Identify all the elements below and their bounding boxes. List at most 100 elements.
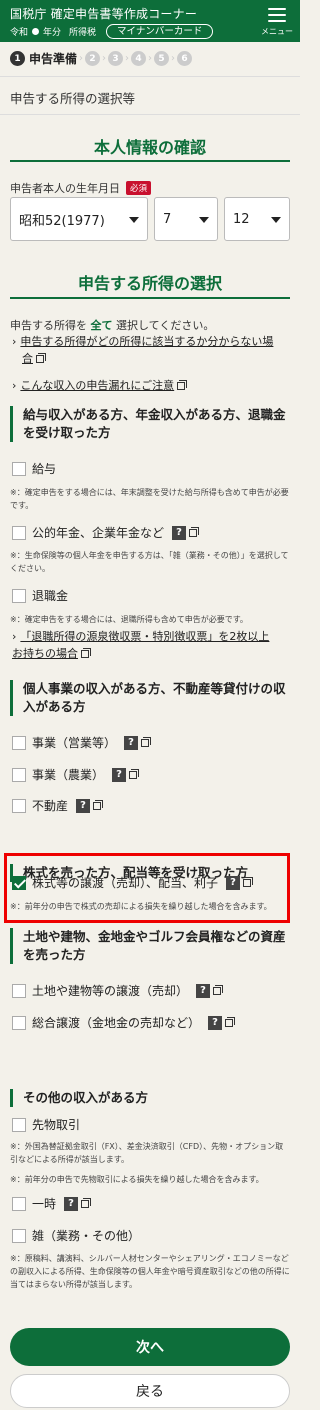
chevron-right-icon: › bbox=[12, 335, 17, 348]
checkbox[interactable] bbox=[12, 588, 26, 603]
year-label: 年分 bbox=[43, 28, 62, 38]
checkbox[interactable] bbox=[12, 461, 26, 476]
checkbox[interactable] bbox=[12, 525, 26, 540]
next-button[interactable]: 次へ bbox=[10, 1328, 290, 1366]
checkbox-item-real-estate[interactable]: 不動産 ? bbox=[12, 797, 104, 814]
menu-label: メニュー bbox=[261, 27, 293, 36]
note-retirement: ※：確定申告をする場合には、退職所得も含めて申告が必要です。 bbox=[10, 615, 248, 624]
chevron-down-icon bbox=[271, 217, 281, 223]
checkbox[interactable] bbox=[12, 735, 26, 750]
income-type-help-link[interactable]: › 申告する所得がどの所得に該当するか分からない場 合 bbox=[12, 333, 273, 367]
checkbox-item-land[interactable]: 土地や建物等の譲渡（売却） ? bbox=[12, 982, 224, 999]
checkbox[interactable] bbox=[12, 1117, 26, 1132]
group-title-business: 個人事業の収入がある方、不動産等貸付けの収入がある方 bbox=[10, 680, 290, 716]
year-placeholder-dot bbox=[32, 28, 40, 35]
step-arrow-icon: › bbox=[102, 53, 107, 64]
note-salary: ※：確定申告をする場合には、年末調整を受けた給与所得も含めて申告が必要です。 bbox=[10, 488, 289, 510]
heading-underline bbox=[10, 297, 290, 299]
heading-underline bbox=[10, 160, 290, 162]
external-window-icon bbox=[36, 353, 46, 363]
help-question-icon[interactable]: ? bbox=[196, 983, 211, 998]
help-question-icon[interactable]: ? bbox=[226, 875, 241, 890]
external-window-icon bbox=[189, 526, 200, 537]
external-window-icon bbox=[129, 768, 140, 779]
intro-emphasis: 全て bbox=[90, 319, 113, 332]
step-3-circle: 3 bbox=[108, 51, 124, 66]
help-question-icon[interactable]: ? bbox=[124, 735, 139, 750]
checkbox[interactable] bbox=[12, 1228, 26, 1243]
checkbox-item-temporary[interactable]: 一時 ? bbox=[12, 1195, 92, 1212]
checkbox-item-stocks-row[interactable]: 株式等の譲渡（売却）、配当、利子 ? bbox=[12, 874, 254, 891]
checkbox-item-pension[interactable]: 公的年金、企業年金など ? bbox=[12, 524, 200, 541]
birth-date-label-text: 申告者本人の生年月日 bbox=[10, 182, 120, 195]
mynumber-card-button[interactable]: マイナンバーカード bbox=[106, 24, 214, 39]
app-title: 国税庁 確定申告書等作成コーナー bbox=[10, 7, 198, 21]
back-button[interactable]: 戻る bbox=[10, 1374, 290, 1408]
page-subtitle: 申告する所得の選択等 bbox=[10, 91, 136, 106]
retirement-slip-link[interactable]: › 「退職所得の源泉徴収票・特別徴収票」を2枚以上 お持ちの場合 bbox=[12, 628, 269, 662]
birth-day-value: 12 bbox=[233, 211, 250, 227]
external-window-icon bbox=[141, 736, 152, 747]
divider bbox=[0, 76, 300, 77]
checkbox-item-misc[interactable]: 雑（業務・その他） bbox=[12, 1227, 140, 1244]
external-window-icon bbox=[177, 380, 188, 390]
birth-year-select[interactable]: 昭和52(1977) bbox=[10, 197, 148, 241]
help-question-icon[interactable]: ? bbox=[76, 798, 91, 813]
group-title-salary: 給与収入がある方、年金収入がある方、退職金を受け取った方 bbox=[10, 406, 290, 442]
help-question-icon[interactable]: ? bbox=[208, 1015, 223, 1030]
step-1-circle: 1 bbox=[10, 51, 25, 66]
checkbox[interactable] bbox=[12, 1196, 26, 1211]
checkbox-item-general-transfer[interactable]: 総合譲渡（金地金の売却など） ? bbox=[12, 1014, 236, 1031]
menu-button[interactable]: メニュー bbox=[260, 6, 294, 37]
step-arrow-icon: › bbox=[125, 53, 130, 64]
checkbox-item-futures[interactable]: 先物取引 bbox=[12, 1116, 80, 1133]
external-window-icon bbox=[81, 648, 91, 658]
checkbox[interactable] bbox=[12, 1015, 26, 1030]
unreported-income-link[interactable]: › こんな収入の申告漏れにご注意 bbox=[12, 377, 188, 394]
checkbox-item-business[interactable]: 事業（営業等） ? bbox=[12, 734, 152, 751]
note-misc: ※：原稿料、講演料、シルバー人材センターやシェアリング・エコノミーなどの副収入に… bbox=[10, 1254, 290, 1289]
checkbox[interactable] bbox=[12, 798, 26, 813]
divider bbox=[0, 114, 300, 115]
step-4-circle: 4 bbox=[131, 51, 147, 66]
checkbox[interactable] bbox=[12, 767, 26, 782]
step-indicator: 1 申告準備 › 2 › 3 › 4 › 5 › 6 bbox=[10, 50, 193, 67]
checkbox-checked[interactable] bbox=[12, 875, 26, 890]
header-bar: 国税庁 確定申告書等作成コーナー 令和 年分 所得税 マイナンバーカード メニュ… bbox=[0, 0, 300, 42]
birth-date-label: 申告者本人の生年月日 必須 bbox=[10, 180, 152, 196]
birth-month-select[interactable]: 7 bbox=[154, 197, 218, 241]
birth-month-value: 7 bbox=[163, 211, 172, 227]
help-question-icon[interactable]: ? bbox=[172, 525, 187, 540]
personal-info-heading: 本人情報の確認 bbox=[93, 138, 206, 157]
external-window-icon bbox=[225, 1016, 236, 1027]
header-subinfo: 令和 年分 所得税 マイナンバーカード bbox=[10, 24, 214, 39]
checkbox[interactable] bbox=[12, 983, 26, 998]
hamburger-icon bbox=[268, 8, 286, 22]
income-intro-text: 申告する所得を 全て 選択してください。 bbox=[10, 319, 215, 332]
birth-day-select[interactable]: 12 bbox=[224, 197, 290, 241]
external-window-icon bbox=[213, 984, 224, 995]
help-question-icon[interactable]: ? bbox=[64, 1196, 79, 1211]
group-title-land: 土地や建物、金地金やゴルフ会員権などの資産を売った方 bbox=[10, 928, 290, 964]
note-stocks: ※：前年分の申告で株式の売却による損失を繰り越した場合を含みます。 bbox=[10, 902, 272, 911]
chevron-down-icon bbox=[199, 217, 209, 223]
note-futures-1: ※：外国為替証拠金取引（FX）、差金決済取引（CFD）、先物・オプション取引など… bbox=[10, 1142, 284, 1164]
tax-type-label: 所得税 bbox=[69, 28, 97, 38]
step-6-circle: 6 bbox=[177, 51, 193, 66]
era-label: 令和 bbox=[10, 28, 29, 38]
chevron-right-icon: › bbox=[12, 379, 17, 392]
step-arrow-icon: › bbox=[148, 53, 153, 64]
step-arrow-icon: › bbox=[171, 53, 176, 64]
checkbox-item-agriculture[interactable]: 事業（農業） ? bbox=[12, 766, 140, 783]
help-question-icon[interactable]: ? bbox=[112, 767, 127, 782]
note-pension: ※：生命保険等の個人年金を申告する方は、「雑（業務・その他）」を選択してください… bbox=[10, 551, 289, 573]
note-futures-2: ※：前年分の申告で先物取引による損失を繰り越した場合を含みます。 bbox=[10, 1175, 264, 1184]
step-2-circle: 2 bbox=[85, 51, 101, 66]
chevron-right-icon: › bbox=[12, 630, 17, 643]
external-window-icon bbox=[243, 876, 254, 887]
checkbox-item-retirement[interactable]: 退職金 bbox=[12, 587, 68, 604]
group-title-other: その他の収入がある方 bbox=[10, 1089, 290, 1107]
external-window-icon bbox=[81, 1197, 92, 1208]
chevron-down-icon bbox=[129, 217, 139, 223]
checkbox-item-salary[interactable]: 給与 bbox=[12, 460, 56, 477]
